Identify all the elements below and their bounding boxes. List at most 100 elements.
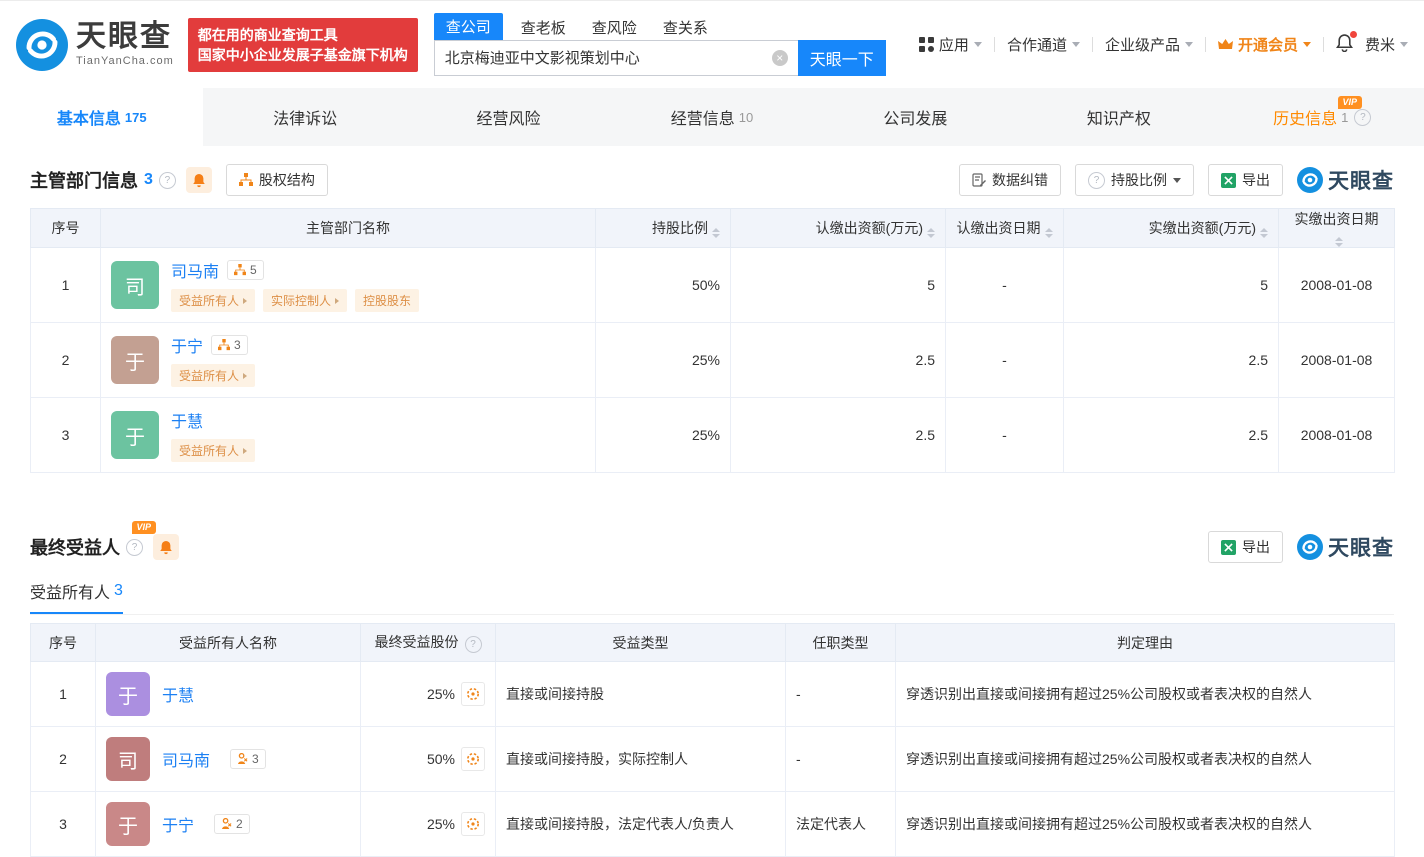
chevron-down-icon (1400, 42, 1408, 47)
shareholder-name-link[interactable]: 司马南 (171, 258, 219, 282)
col-paid-amount[interactable]: 实缴出资额(万元) (1063, 208, 1279, 248)
notifications-bell[interactable] (1335, 31, 1357, 55)
data-correction-button[interactable]: 数据纠错 (959, 164, 1061, 196)
search-button[interactable]: 天眼一下 (797, 39, 886, 76)
avatar: 于 (111, 336, 159, 384)
tab-history-info[interactable]: VIP 历史信息 1 ? (1221, 88, 1424, 146)
header-nav: 应用 合作通道 企业级产品 开通会员 费米 (918, 31, 1408, 55)
shareholder-name-link[interactable]: 于宁 (171, 333, 203, 357)
shareholding-ratio-dropdown[interactable]: ? 持股比例 (1075, 164, 1194, 196)
nav-apps-label: 应用 (938, 37, 969, 54)
org-chart-icon (218, 339, 231, 351)
shareholder-name-link[interactable]: 于慧 (171, 408, 203, 432)
arrow-right-icon (243, 297, 248, 304)
related-roles-badge[interactable]: 2 (214, 814, 250, 834)
export-label: 导出 (1242, 172, 1270, 188)
tianyancha-logo[interactable]: 天眼查 TianYanCha.com (16, 18, 174, 71)
search-tab-boss[interactable]: 查老板 (521, 15, 566, 40)
col-subscribed-date[interactable]: 认缴出资日期 (945, 208, 1064, 248)
paid-date: 2008-01-08 (1278, 322, 1395, 398)
benefit-type: 直接或间接持股 (495, 661, 786, 727)
tab-basic-info[interactable]: 基本信息 175 (0, 88, 204, 146)
share-value: 25% (426, 816, 455, 832)
sort-icon[interactable] (1334, 237, 1343, 247)
tab-operation-risk[interactable]: 经营风险 (407, 88, 610, 146)
bell-icon (160, 540, 172, 554)
help-icon[interactable]: ? (464, 636, 482, 653)
col-subscribed-amount[interactable]: 认缴出资额(万元) (730, 208, 946, 248)
tab-legal[interactable]: 法律诉讼 (203, 88, 406, 146)
sort-icon[interactable] (1260, 228, 1268, 238)
tag-beneficial-owner[interactable]: 受益所有人 (171, 364, 256, 387)
nav-username[interactable]: 费米 (1365, 34, 1408, 55)
arrow-right-icon (335, 297, 340, 304)
data-correction-label: 数据纠错 (992, 172, 1048, 188)
penetrate-target-icon[interactable] (461, 812, 485, 836)
search-tabs: 查公司 查老板 查风险 查关系 (433, 12, 886, 40)
chevron-down-icon (1302, 42, 1311, 47)
penetrate-target-icon[interactable] (461, 682, 485, 706)
export-button[interactable]: 导出 (1208, 164, 1283, 196)
sort-icon[interactable] (927, 228, 935, 238)
sort-icon[interactable] (1044, 228, 1053, 238)
nav-apps[interactable]: 应用 (918, 34, 982, 55)
paid-date: 2008-01-08 (1278, 247, 1395, 323)
document-edit-icon (972, 173, 986, 187)
equity-structure-button[interactable]: 股权结构 (225, 164, 328, 196)
owner-name-link[interactable]: 于宁 (162, 812, 194, 836)
top-header: 天眼查 TianYanCha.com 都在用的商业查询工具 国家中小企业发展子基… (0, 0, 1424, 88)
help-icon[interactable]: ? (158, 171, 176, 189)
section-title: 主管部门信息 (30, 171, 138, 191)
owner-name-link[interactable]: 司马南 (162, 747, 210, 771)
chevron-down-icon (1071, 42, 1080, 47)
col-paid-date[interactable]: 实缴出资日期 (1278, 208, 1395, 248)
nav-cooperation[interactable]: 合作通道 (1007, 34, 1080, 55)
tag-beneficial-owner[interactable]: 受益所有人 (171, 289, 256, 312)
col-ratio[interactable]: 持股比例 (595, 208, 731, 248)
tianyancha-watermark: 天眼查 (1297, 532, 1394, 562)
person-doc-icon (237, 753, 248, 765)
owner-name-link[interactable]: 于慧 (162, 682, 194, 706)
monitor-bell-button[interactable] (153, 534, 179, 560)
search-tab-company[interactable]: 查公司 (433, 12, 503, 40)
tab-intellectual-property[interactable]: 知识产权 (1017, 88, 1220, 146)
tab-company-development[interactable]: 公司发展 (814, 88, 1017, 146)
judgment-reason: 穿透识别出直接或间接拥有超过25%公司股权或者表决权的自然人 (895, 661, 1395, 727)
help-icon[interactable]: ? (126, 538, 143, 556)
related-roles-badge[interactable]: 3 (230, 749, 266, 769)
tab-count: 1 (1341, 109, 1349, 125)
export-button[interactable]: 导出 (1208, 531, 1283, 563)
avatar: 于 (111, 411, 159, 459)
position-type: - (785, 661, 896, 727)
related-companies-badge[interactable]: 3 (211, 335, 248, 355)
chevron-down-icon (973, 42, 982, 47)
subtab-beneficial-owners[interactable]: 受益所有人 3 (30, 579, 123, 614)
position-type: 法定代表人 (785, 791, 896, 857)
penetrate-target-icon[interactable] (461, 747, 485, 771)
crown-icon (1217, 39, 1233, 49)
search-tab-relation[interactable]: 查关系 (663, 15, 708, 40)
username-label: 费米 (1364, 37, 1395, 54)
ratio-value: 25% (595, 397, 731, 473)
tag-actual-controller[interactable]: 实际控制人 (263, 289, 348, 312)
tag-beneficial-owner[interactable]: 受益所有人 (171, 439, 256, 462)
related-companies-badge[interactable]: 5 (227, 260, 264, 280)
nav-enterprise[interactable]: 企业级产品 (1105, 34, 1193, 55)
tag-controlling-shareholder[interactable]: 控股股东 (355, 289, 420, 312)
table-row: 1 于 于慧 25% 直接或间接持股 - 穿透识别出直接或间接拥有超过25%公司… (30, 661, 1395, 727)
clear-icon[interactable]: × (771, 49, 788, 66)
bell-icon (193, 173, 205, 187)
table-row: 2 于 于宁 3 受益所有人 25% 2.5 - 2.5 2008-01-08 (30, 322, 1395, 398)
nav-vip-upgrade[interactable]: 开通会员 (1217, 34, 1311, 55)
judgment-reason: 穿透识别出直接或间接拥有超过25%公司股权或者表决权的自然人 (895, 726, 1395, 792)
person-doc-icon (221, 818, 232, 830)
help-icon[interactable]: ? (1354, 108, 1372, 126)
tab-label: 公司发展 (883, 111, 948, 128)
divider (1322, 37, 1324, 52)
search-tab-risk[interactable]: 查风险 (592, 15, 637, 40)
sort-icon[interactable] (712, 228, 720, 238)
monitor-bell-button[interactable] (185, 167, 212, 193)
nav-vip-label: 开通会员 (1237, 37, 1298, 54)
tab-operation-info[interactable]: 经营信息 10 (610, 88, 813, 146)
search-input[interactable]: 北京梅迪亚中文影视策划中心 × (433, 39, 798, 76)
